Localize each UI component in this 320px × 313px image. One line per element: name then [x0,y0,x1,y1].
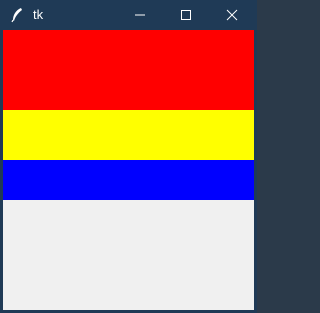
app-window: tk [0,0,257,313]
feather-icon [10,7,24,23]
blue-band [3,160,254,200]
window-border-left[interactable] [0,30,3,313]
close-button[interactable] [209,0,255,30]
maximize-button[interactable] [163,0,209,30]
window-border-right[interactable] [254,30,257,313]
window-title: tk [33,7,44,22]
red-band [3,30,254,110]
minimize-button[interactable] [117,0,163,30]
title-bar[interactable]: tk [0,0,257,30]
client-area [3,30,254,310]
yellow-band [3,110,254,160]
